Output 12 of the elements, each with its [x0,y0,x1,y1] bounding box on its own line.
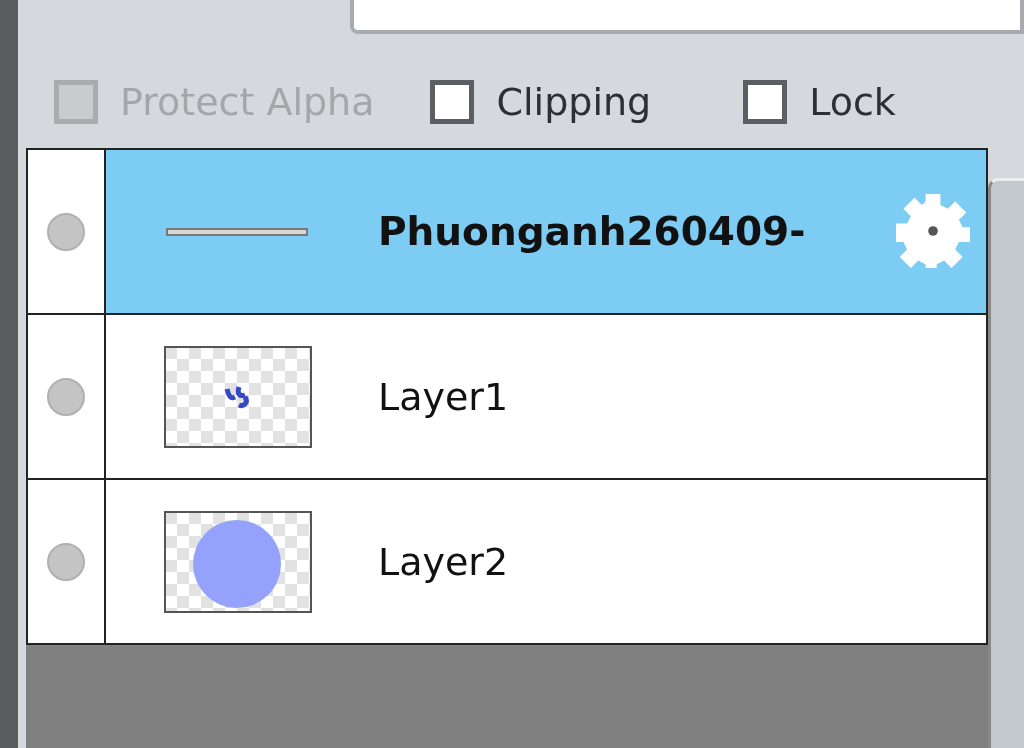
layer-name: Phuonganh260409- [378,209,806,254]
checkbox[interactable] [430,80,475,124]
checkbox[interactable] [743,80,788,124]
layer-name: Layer2 [378,539,509,584]
layer-name: Layer1 [378,374,509,419]
scrollbar[interactable] [988,178,1024,748]
checkbox-label: Lock [809,80,896,124]
layer-row[interactable]: Phuonganh260409- [106,150,986,313]
visibility-dot-icon[interactable] [46,376,86,417]
visibility-dot-icon[interactable] [46,541,86,582]
visibility-dot-icon[interactable] [46,211,86,252]
checkbox-label: Clipping [496,80,652,124]
